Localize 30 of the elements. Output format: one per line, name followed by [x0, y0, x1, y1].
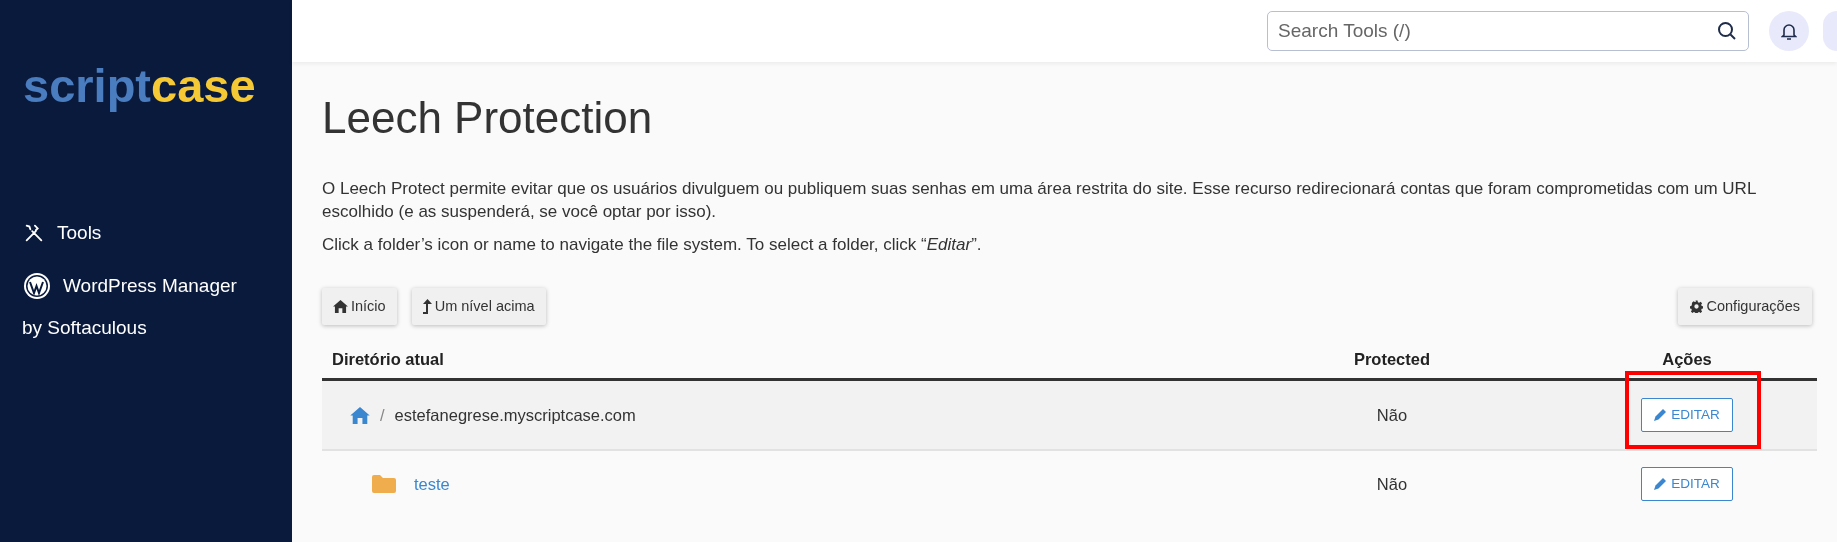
settings-icon — [1689, 300, 1703, 313]
sidebar-item[interactable]: Tools — [23, 219, 102, 248]
pencil-icon — [1654, 478, 1667, 490]
home-icon — [333, 300, 348, 313]
settings-button[interactable]: Configurações — [1677, 288, 1812, 325]
wordpress-icon — [23, 271, 51, 300]
search-icon — [1717, 21, 1737, 41]
column-header: Diretório atual — [331, 349, 445, 371]
bell-icon — [1781, 22, 1797, 40]
home-icon — [350, 406, 370, 424]
directory-path: estefanegrese.myscriptcase.com — [394, 404, 636, 426]
notifications-button[interactable] — [1769, 11, 1809, 51]
column-header: Protected — [1352, 349, 1432, 371]
sidebar-item[interactable]: WordPress Manager by Softaculous — [23, 271, 237, 343]
pencil-icon — [1654, 409, 1667, 421]
edit-button[interactable]: EDITAR — [1641, 467, 1733, 501]
page-title: Leech Protection — [322, 92, 654, 144]
hint-text: Click a folder’s icon or name to navigate the file system. To select a folder, click “Editar”. — [322, 234, 983, 256]
folder-link[interactable]: teste — [414, 471, 450, 497]
home-button[interactable]: Início — [322, 288, 397, 325]
table-cell-text: Não — [1375, 404, 1409, 426]
up-arrow-icon — [422, 299, 432, 314]
search-field[interactable]: Search Tools (/) — [1267, 11, 1749, 51]
table-cell-text: Não — [1375, 473, 1409, 495]
path-separator: / — [380, 404, 385, 426]
folder-icon[interactable] — [372, 475, 396, 493]
column-header: Ações — [1661, 349, 1713, 371]
up-level-button[interactable]: Um nível acima — [411, 288, 546, 325]
edit-button[interactable]: EDITAR — [1641, 398, 1733, 432]
description-text: O Leech Protect permite evitar que os usuários divulguem ou publiquem suas senhas em uma área restrita do site. Esse recurso redirecionará contas que foram comprometidas com um URL escolhido (e as suspenderá, se você optar por isso). — [322, 178, 1757, 223]
